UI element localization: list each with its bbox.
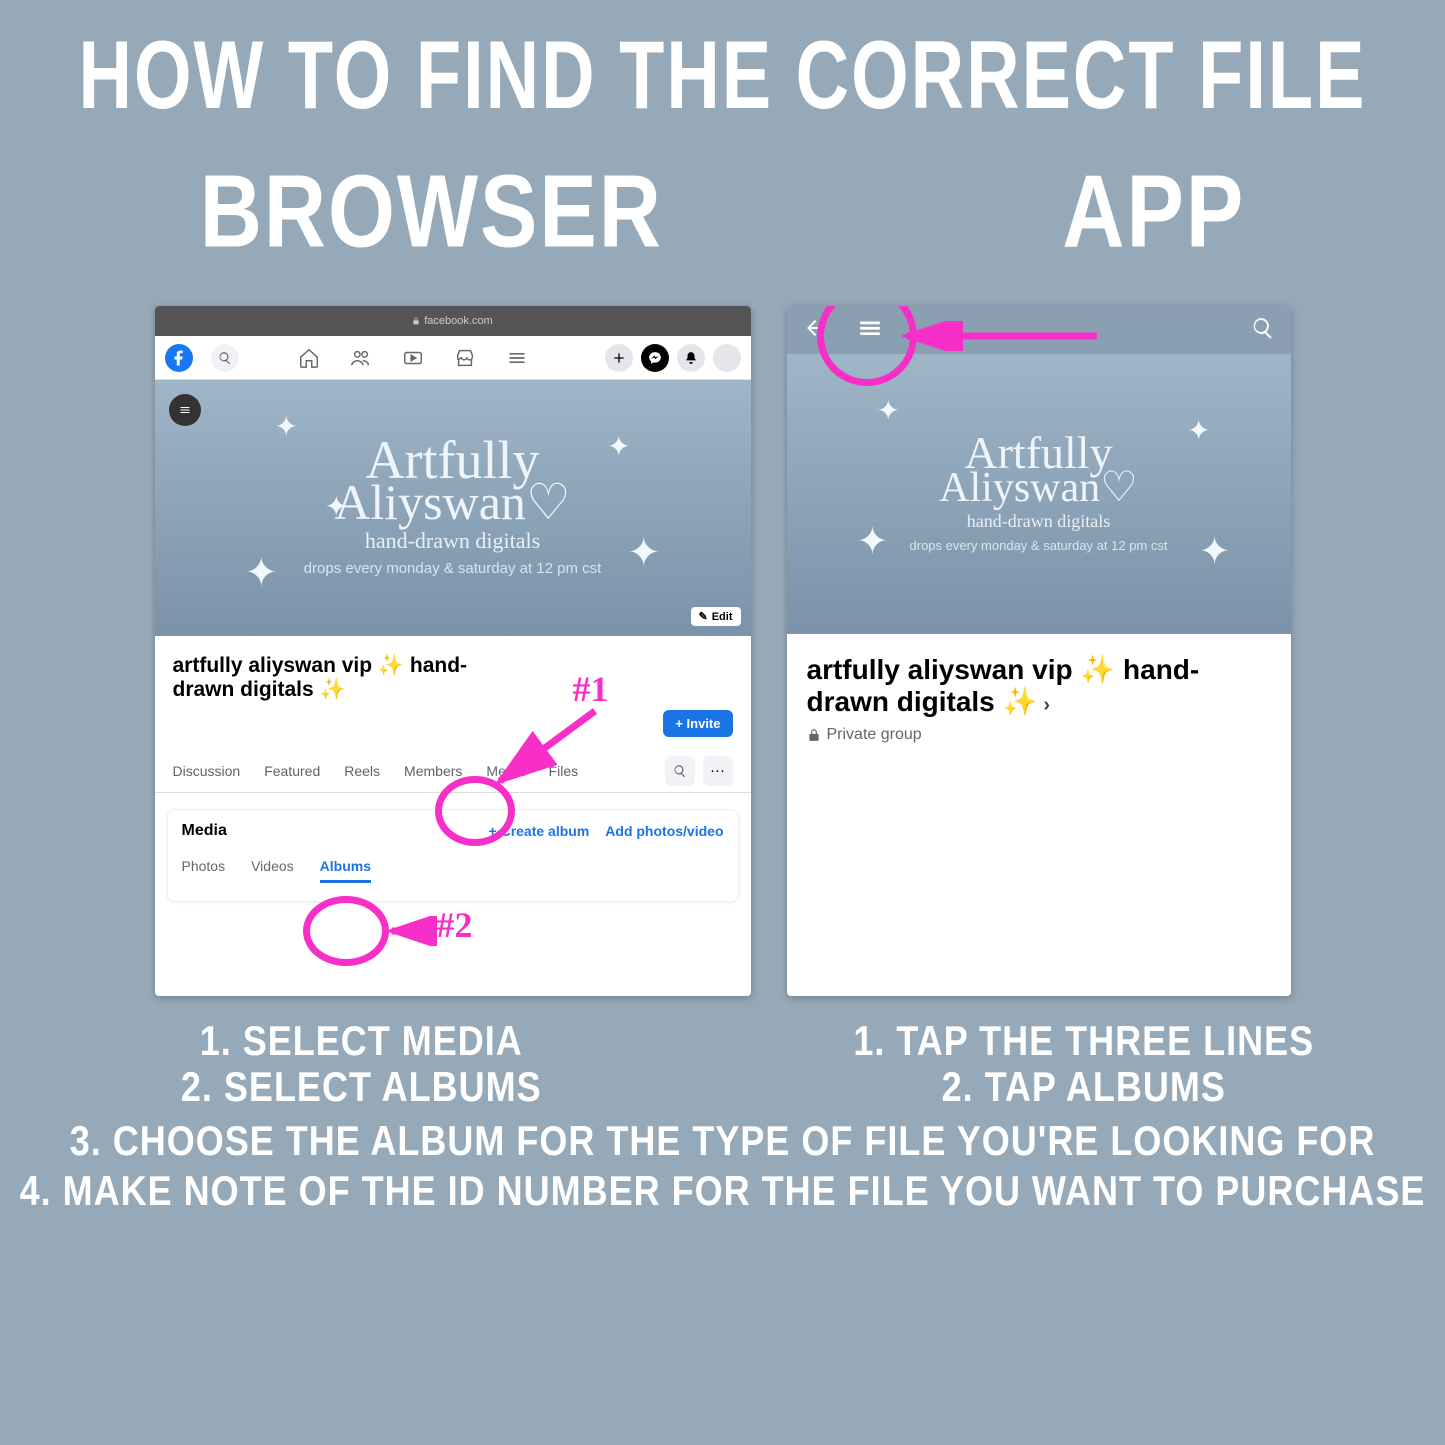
cover-schedule: drops every monday & saturday at 12 pm c…	[304, 560, 602, 577]
chevron-right-icon: ›	[1043, 694, 1050, 716]
media-subtabs: Photos Videos Albums	[182, 858, 724, 883]
tab-reels[interactable]: Reels	[344, 763, 380, 779]
app-cover-drops: drops every monday & saturday at 12 pm c…	[910, 538, 1168, 553]
profile-avatar[interactable]	[713, 344, 741, 372]
edit-button[interactable]: ✎ Edit	[691, 607, 741, 626]
fb-topbar-right	[605, 344, 741, 372]
browser-panel: facebook.com	[155, 306, 751, 996]
cover-menu-icon[interactable]	[169, 394, 201, 426]
messenger-icon[interactable]	[641, 344, 669, 372]
group-name: artfully aliyswan vip ✨ hand-drawn digit…	[173, 654, 513, 702]
app-step-2: 2. TAP ALBUMS	[723, 1063, 1445, 1111]
app-cover-sub: hand-drawn digitals	[967, 511, 1110, 532]
annotation-1-arrow	[485, 706, 605, 796]
app-annotation-arrow	[902, 321, 1102, 351]
search-icon[interactable]	[211, 344, 239, 372]
browser-step-1: 1. SELECT MEDIA	[0, 1017, 723, 1065]
marketplace-icon[interactable]	[453, 346, 477, 370]
column-titles: BROWSER APP	[0, 163, 1445, 262]
group-cover: ✦ ✦ ✦ ✦ ✦ Artfully Aliyswan♡ hand-drawn …	[155, 380, 751, 636]
add-photos-link[interactable]: Add photos/video	[605, 823, 723, 839]
friends-icon[interactable]	[349, 346, 373, 370]
tab-more-icon[interactable]: ···	[703, 756, 733, 786]
app-title: APP	[1062, 153, 1245, 272]
annotation-2-label: #2	[437, 904, 473, 946]
browser-title: BROWSER	[200, 153, 663, 272]
step-4: 4. MAKE NOTE OF THE ID NUMBER FOR THE FI…	[0, 1167, 1445, 1215]
fb-nav-icons	[297, 346, 529, 370]
subtab-albums[interactable]: Albums	[320, 858, 371, 883]
facebook-logo[interactable]	[165, 344, 193, 372]
main-title: HOW TO FIND THE CORRECT FILE	[0, 0, 1445, 130]
browser-step-2: 2. SELECT ALBUMS	[0, 1063, 723, 1111]
cover-logo-line2: Aliyswan♡	[334, 482, 570, 522]
annotation-2-circle	[303, 896, 389, 966]
annotation-1-label: #1	[573, 668, 609, 710]
instructions: 1. SELECT MEDIA 2. SELECT ALBUMS 1. TAP …	[0, 1016, 1445, 1212]
app-panel: ✦ ✦ ✦ ✦ Artfully Aliyswan♡ hand-drawn di…	[787, 306, 1291, 996]
app-cover-logo2: Aliyswan♡	[939, 472, 1138, 506]
menu-icon[interactable]	[505, 346, 529, 370]
watch-icon[interactable]	[401, 346, 425, 370]
home-icon[interactable]	[297, 346, 321, 370]
tab-discussion[interactable]: Discussion	[173, 763, 241, 779]
app-group-info: artfully aliyswan vip ✨ hand-drawn digit…	[787, 634, 1291, 744]
app-cover: ✦ ✦ ✦ ✦ Artfully Aliyswan♡ hand-drawn di…	[787, 354, 1291, 634]
annotation-1-circle	[435, 776, 515, 846]
group-header-row: artfully aliyswan vip ✨ hand-drawn digit…	[155, 636, 751, 710]
app-group-name[interactable]: artfully aliyswan vip ✨ hand-drawn digit…	[807, 654, 1271, 718]
url-text: facebook.com	[424, 315, 492, 327]
tab-search-icon[interactable]	[665, 756, 695, 786]
invite-button[interactable]: + Invite	[663, 710, 732, 737]
step-3: 3. CHOOSE THE ALBUM FOR THE TYPE OF FILE…	[0, 1117, 1445, 1165]
app-step-1: 1. TAP THE THREE LINES	[723, 1017, 1445, 1065]
cover-subtitle: hand-drawn digitals	[365, 528, 540, 554]
tab-members[interactable]: Members	[404, 763, 462, 779]
annotation-2-arrow	[387, 916, 437, 946]
private-group-label: Private group	[807, 726, 1271, 744]
browser-url-bar: facebook.com	[155, 306, 751, 336]
subtab-videos[interactable]: Videos	[251, 858, 294, 883]
notifications-icon[interactable]	[677, 344, 705, 372]
fb-topbar	[155, 336, 751, 380]
panels-row: facebook.com	[0, 306, 1445, 996]
app-search-icon[interactable]	[1251, 316, 1275, 345]
subtab-photos[interactable]: Photos	[182, 858, 226, 883]
plus-icon[interactable]	[605, 344, 633, 372]
tab-featured[interactable]: Featured	[264, 763, 320, 779]
media-section-title: Media	[182, 822, 227, 840]
